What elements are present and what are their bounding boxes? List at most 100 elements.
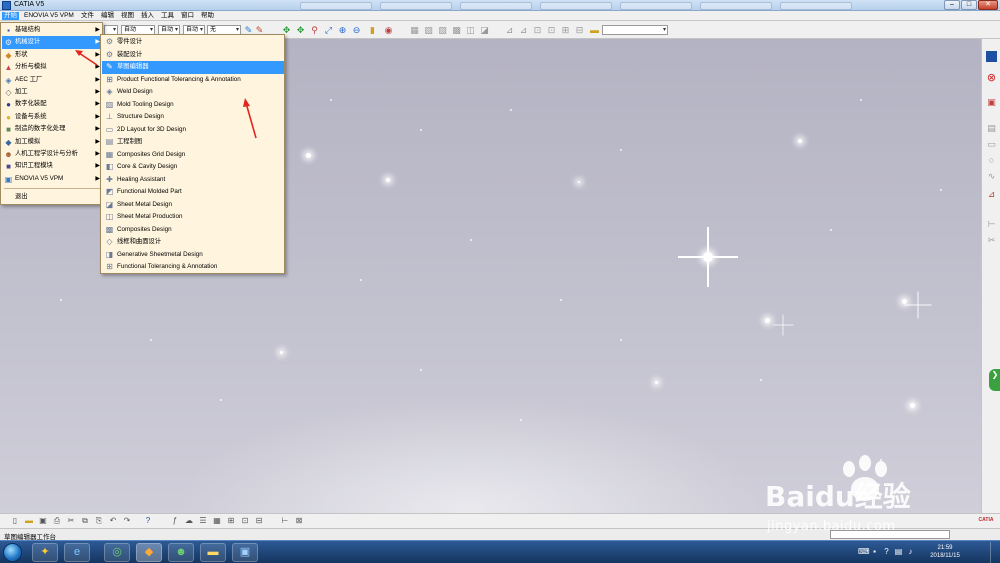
expand-panel-icon[interactable]: ❯ (989, 369, 1000, 391)
sketch-icon[interactable]: ▣ (986, 97, 997, 108)
tray-help-icon[interactable]: ? (882, 547, 891, 556)
redo-icon[interactable]: ↷ (122, 516, 132, 526)
tray-network-icon[interactable]: ▤ (894, 547, 903, 556)
start-menu-item-shape[interactable]: ◆ 形状 ▶ (2, 49, 102, 61)
copy-icon[interactable]: ⧉ (80, 516, 90, 526)
start-menu-item-aec-plant[interactable]: ◈ AEC 工厂 ▶ (2, 74, 102, 86)
view-mode-icon[interactable]: ▦ (410, 25, 419, 35)
submenu-item-wireframe-surface[interactable]: ◇ 线框和曲面设计 (102, 236, 284, 249)
start-menu-item-knowledgeware[interactable]: ■ 知识工程模块 ▶ (2, 160, 102, 172)
menu-view[interactable]: 视图 (119, 12, 136, 20)
start-menu-item-machining[interactable]: ◇ 加工 ▶ (2, 86, 102, 98)
menu-tools[interactable]: 工具 (159, 12, 176, 20)
taskbar-catia-icon[interactable]: ◆ (136, 543, 162, 562)
submenu-item-structure-design[interactable]: ⊥ Structure Design (102, 111, 284, 124)
taskbar-windows-icon[interactable]: ✦ (32, 543, 58, 562)
workbench-icon[interactable] (986, 51, 997, 62)
submenu-item-weld-design[interactable]: ◈ Weld Design (102, 86, 284, 99)
start-menu-item-equipment[interactable]: ● 设备与系统 ▶ (2, 111, 102, 123)
paste-icon[interactable]: ⎘ (94, 516, 104, 526)
start-menu-item-exit[interactable]: 退出 (2, 191, 102, 203)
rotate-icon[interactable]: ✥ (296, 25, 305, 35)
grid-icon[interactable]: ⊞ (226, 516, 236, 526)
analysis-tool-icon[interactable]: ⊿ (519, 25, 528, 35)
submenu-item-composites-grid[interactable]: ▦ Composites Grid Design (102, 149, 284, 162)
normal-view-icon[interactable]: ▮ (368, 25, 377, 35)
submenu-item-functional-tolerancing[interactable]: ⊞ Functional Tolerancing & Annotation (102, 261, 284, 274)
print-icon[interactable]: ⎙ (52, 516, 62, 526)
start-menu-item-analysis[interactable]: ▲ 分析与模拟 ▶ (2, 61, 102, 73)
folder-icon[interactable]: ▬ (590, 25, 599, 35)
start-menu-item-digital-process[interactable]: ■ 制造的数字化处理 ▶ (2, 123, 102, 135)
taskbar-explorer-icon[interactable]: ▬ (200, 543, 226, 562)
annotation-tool-icon[interactable]: ⊟ (575, 25, 584, 35)
start-menu-item-machining-simulation[interactable]: ◆ 加工模拟 ▶ (2, 136, 102, 148)
distance-icon[interactable]: ⊞ (561, 25, 570, 35)
start-menu-item-ergonomics[interactable]: ☻ 人机工程学设计与分析 ▶ (2, 148, 102, 160)
comment-icon[interactable]: ☁ (184, 516, 194, 526)
edges-icon[interactable]: ▩ (452, 25, 461, 35)
menu-file[interactable]: 文件 (79, 12, 96, 20)
spline-icon[interactable]: ∿ (986, 171, 997, 182)
save-icon[interactable]: ▣ (38, 516, 48, 526)
submenu-item-assembly-design[interactable]: ⚙ 装配设计 (102, 49, 284, 62)
taskbar-remote-icon[interactable]: ▣ (232, 543, 258, 562)
tray-app-icon[interactable]: ▪ (870, 547, 879, 556)
menu-enovia[interactable]: ENOVIA V5 VPM (22, 12, 76, 20)
render-icon[interactable]: ▧ (424, 25, 433, 35)
tray-keyboard-icon[interactable]: ⌨ (858, 547, 870, 556)
exit-sketcher-icon[interactable]: ⊗ (986, 73, 997, 84)
constraint-icon[interactable]: ⊿ (986, 189, 997, 200)
taskbar-ie-icon[interactable]: e (64, 543, 90, 562)
tray-volume-icon[interactable]: ♪ (906, 547, 915, 556)
zoom-icon[interactable]: ⚲ (310, 25, 319, 35)
dimension-icon[interactable]: ⊢ (280, 516, 290, 526)
wire-icon[interactable]: ◫ (466, 25, 475, 35)
start-menu-item-infrastructure[interactable]: ▪ 基础结构 ▶ (2, 24, 102, 36)
submenu-item-composites-design[interactable]: ▩ Composites Design (102, 224, 284, 237)
submenu-item-drafting[interactable]: ▤ 工程制图 (102, 136, 284, 149)
profile-icon[interactable]: ▤ (986, 123, 997, 134)
operation-icon[interactable]: ⊢ (986, 219, 997, 230)
show-desktop-button[interactable] (990, 542, 1000, 563)
trim-icon[interactable]: ✂ (986, 235, 997, 246)
construction-icon[interactable]: ⊟ (254, 516, 264, 526)
taskbar-360-icon[interactable]: ◎ (104, 543, 130, 562)
submenu-item-product-functional-tolerancing[interactable]: ⊞ Product Functional Tolerancing & Annot… (102, 74, 284, 87)
measure-icon[interactable]: ⊿ (505, 25, 514, 35)
zoom-out-icon[interactable]: ⊖ (352, 25, 361, 35)
hide-show-icon[interactable]: ◉ (384, 25, 393, 35)
submenu-item-core-cavity[interactable]: ◧ Core & Cavity Design (102, 161, 284, 174)
open-file-icon[interactable]: ▬ (24, 516, 34, 526)
fit-all-icon[interactable]: ⤢ (324, 25, 333, 35)
close-button[interactable]: ✕ (978, 0, 998, 10)
start-menu-item-digital-mockup[interactable]: ● 数字化装配 ▶ (2, 98, 102, 110)
submenu-item-2d-layout[interactable]: ▭ 2D Layout for 3D Design (102, 124, 284, 137)
clash-icon[interactable]: ⊡ (547, 25, 556, 35)
submenu-item-sketcher[interactable]: ✎ 草图编辑器 (102, 61, 284, 74)
menu-start[interactable]: 开始 (2, 12, 19, 20)
custom-view-icon[interactable]: ◪ (480, 25, 489, 35)
menu-insert[interactable]: 插入 (139, 12, 156, 20)
undo-icon[interactable]: ↶ (108, 516, 118, 526)
submenu-item-mold-tooling[interactable]: ▧ Mold Tooling Design (102, 99, 284, 112)
rectangle-icon[interactable]: ▭ (986, 139, 997, 150)
whats-this-icon[interactable]: ? (143, 516, 153, 526)
circle-icon[interactable]: ○ (986, 155, 997, 166)
minimize-button[interactable]: – (944, 0, 960, 10)
cut-icon[interactable]: ✂ (66, 516, 76, 526)
start-menu-item-enovia[interactable]: ▣ ENOVIA V5 VPM ▶ (2, 173, 102, 185)
start-menu-item-mechanical-design[interactable]: ⚙ 机械设计 ▶ (2, 36, 102, 49)
search-dropdown[interactable] (602, 25, 668, 35)
snap-icon[interactable]: ⊡ (240, 516, 250, 526)
list-icon[interactable]: ☰ (198, 516, 208, 526)
windows-start-icon[interactable] (3, 543, 22, 562)
submenu-item-sheet-metal-production[interactable]: ◫ Sheet Metal Production (102, 211, 284, 224)
maximize-button[interactable]: □ (961, 0, 977, 10)
shading-icon[interactable]: ▨ (438, 25, 447, 35)
new-file-icon[interactable]: ▯ (10, 516, 20, 526)
submenu-item-part-design[interactable]: ⚙ 零件设计 (102, 36, 284, 49)
table-icon[interactable]: ▦ (212, 516, 222, 526)
menu-help[interactable]: 帮助 (199, 12, 216, 20)
geometry-icon[interactable]: ⊠ (294, 516, 304, 526)
